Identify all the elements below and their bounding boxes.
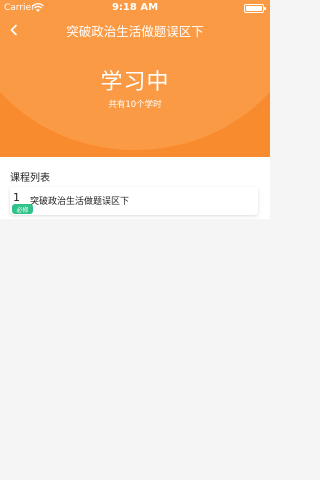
battery-icon xyxy=(244,4,266,13)
nav-bar: 突破政治生活做题误区下 xyxy=(0,18,270,42)
course-list-item[interactable]: 1 突破政治生活做题误区下 必修 xyxy=(10,187,258,215)
chevron-left-icon xyxy=(10,24,17,36)
course-list-section: 课程列表 1 突破政治生活做题误区下 必修 xyxy=(0,157,270,219)
course-index: 1 xyxy=(13,191,20,204)
hero-subtitle: 共有10个学时 xyxy=(108,100,162,110)
back-button[interactable] xyxy=(2,18,26,42)
hero-header: Carrier 9:18 AM 突破政治生活做题误区下 学习中 共有10个学时 xyxy=(0,0,270,157)
status-time: 9:18 AM xyxy=(111,2,159,13)
page-title: 突破政治生活做题误区下 xyxy=(66,24,204,39)
section-title: 课程列表 xyxy=(10,173,50,184)
course-name: 突破政治生活做题误区下 xyxy=(30,197,130,207)
hero-title: 学习中 xyxy=(100,70,170,95)
status-bar: Carrier 9:18 AM xyxy=(0,0,270,20)
content-area: 课程列表 1 突破政治生活做题误区下 必修 xyxy=(0,157,270,480)
required-badge: 必修 xyxy=(12,204,33,214)
